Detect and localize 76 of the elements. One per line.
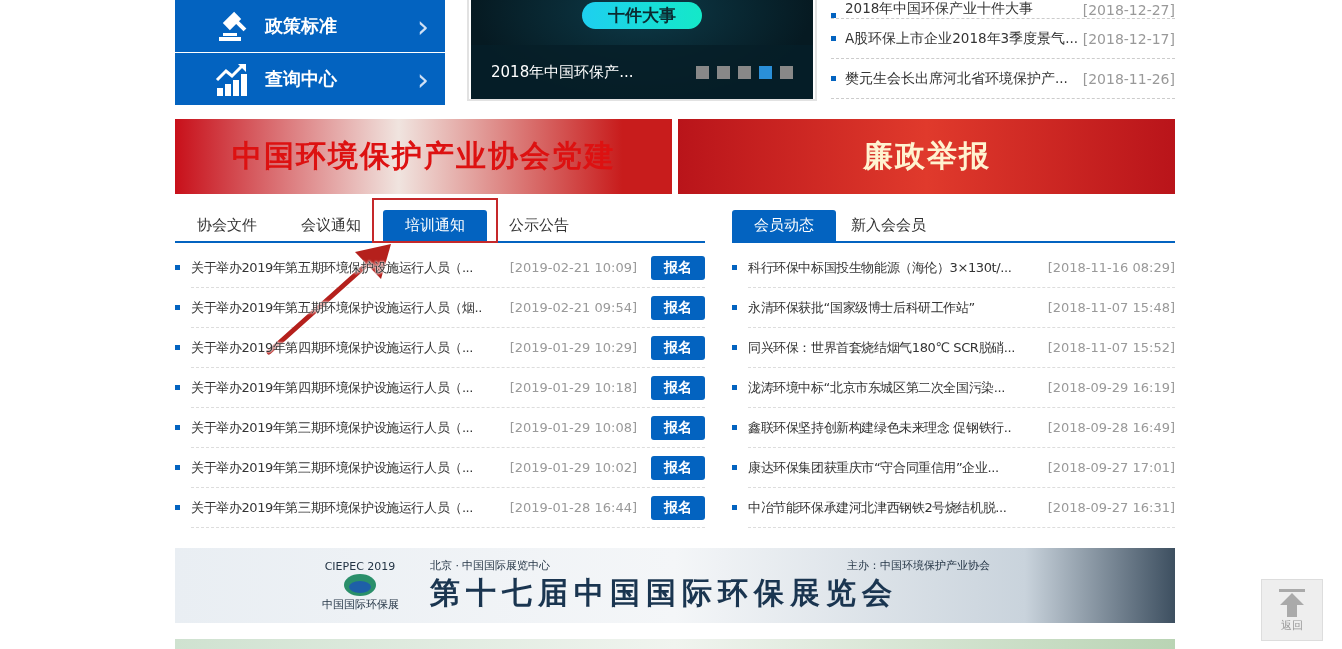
bullet-icon [175, 265, 180, 270]
bullet-icon [732, 265, 737, 270]
bullet-icon [831, 13, 836, 18]
chart-icon [215, 62, 249, 96]
expo-organizer: 主办：中国环境保护产业协会 [847, 557, 990, 573]
news-link[interactable]: 关于举办2019年第五期环境保护设施运行人员（烟.. [191, 298, 506, 317]
logo-icon [343, 572, 377, 597]
tab[interactable]: 培训通知 [383, 210, 487, 241]
news-link[interactable]: 樊元生会长出席河北省环境保护产... [845, 69, 1083, 88]
banner[interactable]: 廉政举报 [678, 119, 1175, 194]
news-date: [2019-01-29 10:02] [509, 460, 637, 475]
tab[interactable]: 会议通知 [291, 210, 371, 241]
expo-title: 第十七届中国国际环保展览会 [430, 573, 899, 612]
tab[interactable]: 协会文件 [187, 210, 267, 241]
banner-title: 廉政举报 [862, 137, 991, 175]
register-button[interactable]: 报名 [651, 335, 705, 360]
news-date: [2018-11-07 15:48] [1047, 300, 1175, 315]
news-date: [2018-11-16 08:29] [1047, 260, 1175, 275]
up-arrow-icon [1277, 587, 1307, 618]
news-link[interactable]: 中冶节能环保承建河北津西钢铁2号烧结机脱... [748, 498, 1044, 517]
news-date: [2018-12-27] [1082, 2, 1175, 18]
register-button[interactable]: 报名 [651, 295, 705, 320]
expo-banner[interactable]: CIEPEC 2019 中国国际环保展 北京 · 中国国际展览中心 主办：中国环境保护产业协会 第十七届中国国际环保展览会 [175, 548, 1175, 623]
news-date: [2019-01-28 16:44] [509, 500, 637, 515]
news-link[interactable]: 鑫联环保坚持创新构建绿色未来理念 促钢铁行.. [748, 418, 1044, 437]
bullet-icon [175, 425, 180, 430]
tab[interactable]: 公示公告 [499, 210, 579, 241]
register-button[interactable]: 报名 [651, 255, 705, 280]
logo-text: CIEPEC 2019 [324, 559, 396, 573]
register-button[interactable]: 报名 [651, 375, 705, 400]
bullet-icon [175, 345, 180, 350]
news-link[interactable]: 关于举办2019年第四期环境保护设施运行人员（... [191, 378, 506, 397]
register-button[interactable]: 报名 [651, 455, 705, 480]
news-link[interactable]: 2018年中国环保产业十件大事 [845, 0, 1083, 18]
news-link[interactable]: 康达环保集团获重庆市“守合同重信用”企业... [748, 458, 1044, 477]
news-date: [2018-12-17] [1082, 30, 1175, 47]
news-link[interactable]: 同兴环保：世界首套烧结烟气180℃ SCR脱硝... [748, 338, 1044, 357]
news-date: [2018-11-07 15:52] [1047, 340, 1175, 355]
expo-venue: 北京 · 中国国际展览中心 [430, 557, 551, 573]
bullet-icon [732, 385, 737, 390]
bullet-icon [732, 305, 737, 310]
bullet-icon [732, 425, 737, 430]
register-button[interactable]: 报名 [651, 495, 705, 520]
news-link[interactable]: 关于举办2019年第三期环境保护设施运行人员（... [191, 418, 506, 437]
bullet-icon [831, 36, 836, 41]
bullet-icon [732, 465, 737, 470]
news-date: [2019-02-21 09:54] [509, 300, 637, 315]
bullet-icon [732, 505, 737, 510]
bullet-icon [831, 76, 836, 81]
news-date: [2019-01-29 10:29] [509, 340, 637, 355]
news-link[interactable]: 永清环保获批“国家级博士后科研工作站” [748, 298, 1044, 317]
tab[interactable]: 新入会会员 [848, 210, 928, 241]
news-link[interactable]: 科行环保中标国投生物能源（海伦）3×130t/... [748, 258, 1044, 277]
news-link[interactable]: A股环保上市企业2018年3季度景气... [845, 29, 1083, 48]
news-date: [2018-11-26] [1082, 70, 1175, 87]
news-date: [2019-01-29 10:08] [509, 420, 637, 435]
carousel-badge: 十件大事 [582, 2, 702, 29]
bullet-icon [175, 385, 180, 390]
menu-item[interactable]: 政策标准 › [175, 0, 445, 52]
news-link[interactable]: 关于举办2019年第三期环境保护设施运行人员（... [191, 458, 506, 477]
register-button[interactable]: 报名 [651, 415, 705, 440]
bullet-icon [175, 305, 180, 310]
news-date: [2019-01-29 10:18] [509, 380, 637, 395]
news-date: [2018-09-27 17:01] [1047, 460, 1175, 475]
tab[interactable]: 会员动态 [732, 210, 836, 241]
news-date: [2018-09-29 16:19] [1047, 380, 1175, 395]
news-link[interactable]: 泷涛环境中标“北京市东城区第二次全国污染... [748, 378, 1044, 397]
news-date: [2019-02-21 10:09] [509, 260, 637, 275]
logo-caption: 中国国际环保展 [321, 596, 399, 612]
news-link[interactable]: 关于举办2019年第三期环境保护设施运行人员（... [191, 498, 506, 517]
menu-item[interactable]: 查询中心 › [175, 53, 445, 105]
bullet-icon [175, 465, 180, 470]
bullet-icon [175, 505, 180, 510]
news-date: [2018-09-27 16:31] [1047, 500, 1175, 515]
bullet-icon [732, 345, 737, 350]
news-date: [2018-09-28 16:49] [1047, 420, 1175, 435]
